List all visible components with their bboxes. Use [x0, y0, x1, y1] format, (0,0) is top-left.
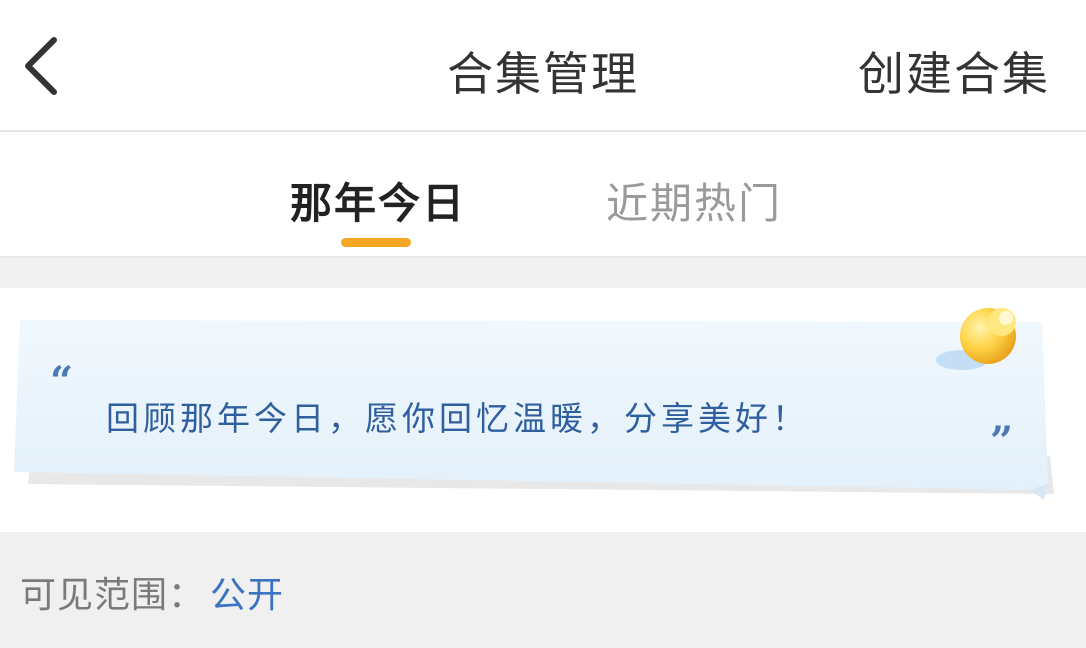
tab-recent-popular[interactable]: 近期热门	[606, 170, 782, 231]
chevron-left-icon	[25, 37, 57, 95]
top-nav-bar: 合集管理 创建合集	[0, 0, 1086, 132]
active-tab-indicator	[341, 238, 411, 247]
close-quote-mark: ”	[990, 418, 1014, 465]
back-button[interactable]	[18, 36, 66, 96]
tab-bar: 那年今日 近期热门	[0, 132, 1086, 256]
tab-on-this-day[interactable]: 那年今日	[290, 170, 466, 231]
collection-management-page: 合集管理 创建合集 那年今日 近期热门 “ 回顾那年今日，愿你回忆温暖，分享美好…	[0, 0, 1086, 648]
pushpin-icon	[960, 308, 1016, 364]
open-quote-mark: “	[50, 358, 74, 405]
banner-slogan: 回顾那年今日，愿你回忆温暖，分享美好！	[106, 399, 809, 438]
visibility-label: 可见范围：	[20, 575, 206, 616]
visibility-value[interactable]: 公开	[210, 566, 284, 618]
banner-area: “ 回顾那年今日，愿你回忆温暖，分享美好！ ”	[0, 288, 1086, 532]
section-divider	[0, 256, 1086, 288]
visibility-setting[interactable]: 可见范围： 公开	[0, 532, 1086, 648]
create-collection-button[interactable]: 创建合集	[858, 38, 1050, 104]
